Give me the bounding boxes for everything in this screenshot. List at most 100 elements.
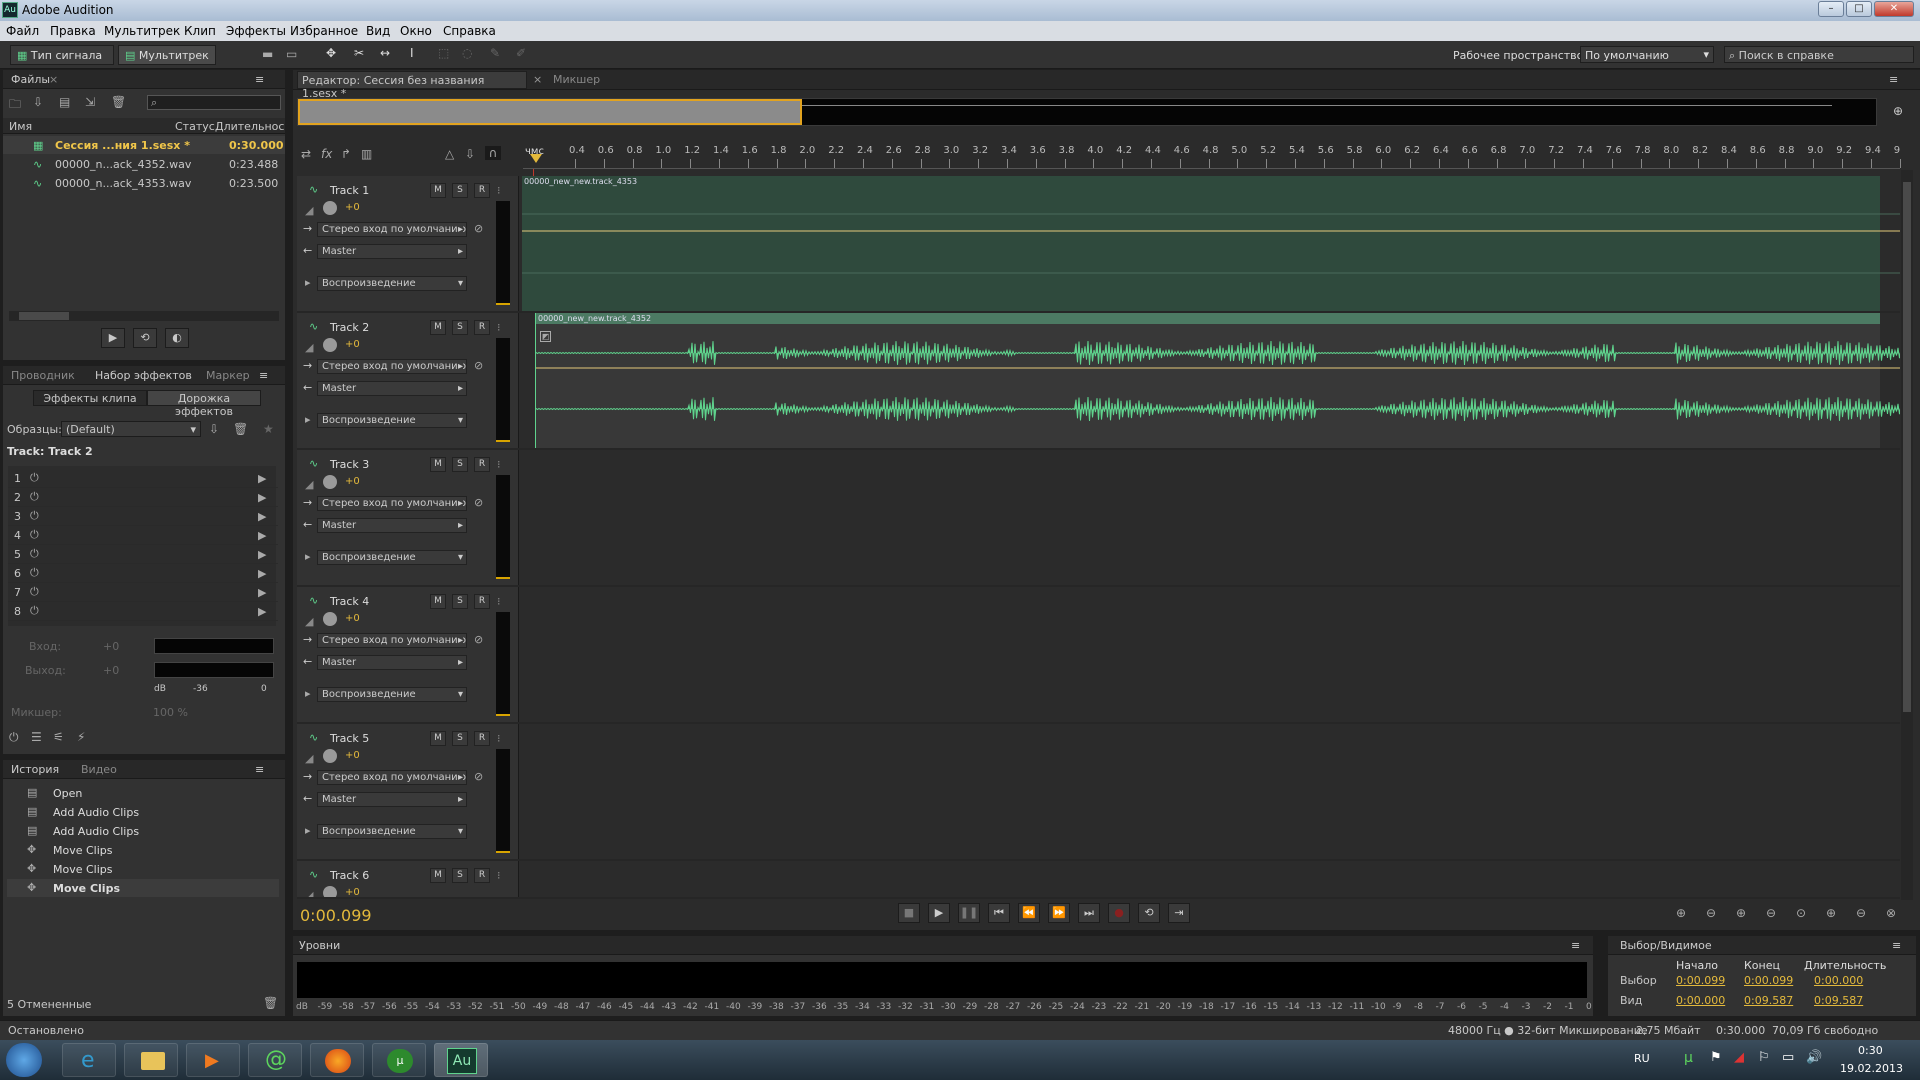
solo-button[interactable]: S <box>452 183 468 198</box>
pitch-display-icon[interactable]: ▭ <box>286 47 297 61</box>
playhead-marker[interactable] <box>530 154 542 163</box>
volume-value[interactable]: +0 <box>345 339 360 350</box>
import-icon[interactable]: ⇩ <box>33 95 43 109</box>
chevron-right-icon[interactable]: ▶ <box>258 567 266 580</box>
tab-markers[interactable]: Маркер <box>206 369 250 382</box>
list-icon[interactable]: ☰ <box>31 730 42 744</box>
chevron-right-icon[interactable]: ▶ <box>258 548 266 561</box>
power-icon[interactable]: ⏻ <box>30 471 39 485</box>
panel-menu-icon[interactable]: ≡ <box>259 369 268 382</box>
record-icon[interactable]: ● <box>1108 903 1130 923</box>
spectral-display-icon[interactable]: ▬ <box>262 47 273 61</box>
menu-window[interactable]: Окно <box>400 24 432 38</box>
expand-icon[interactable]: ▸ <box>305 550 311 563</box>
metronome-icon[interactable]: △ <box>445 147 454 161</box>
effect-slot[interactable]: 2 ⏻ ▶ <box>8 489 278 507</box>
mixer-icon[interactable]: ⚟ <box>53 730 64 744</box>
mute-button[interactable]: M <box>430 868 446 883</box>
view-start[interactable]: 0:00.000 <box>1676 994 1725 1007</box>
close-button[interactable]: ✕ <box>1874 1 1914 17</box>
menu-file[interactable]: Файл <box>6 24 39 38</box>
chevron-right-icon[interactable]: ▶ <box>258 510 266 523</box>
save-preset-icon[interactable]: ⇩ <box>209 422 219 436</box>
track-lane[interactable] <box>519 724 1880 859</box>
phase-invert-icon[interactable]: ⊘ <box>474 222 483 235</box>
healing-tool-icon[interactable]: ✐ <box>516 46 526 60</box>
swap-icon[interactable]: ⇄ <box>301 147 311 161</box>
stop-icon[interactable]: ■ <box>898 903 920 923</box>
track-output-select[interactable]: Master ▸ <box>317 244 467 259</box>
clock-date[interactable]: 19.02.2013 <box>1840 1062 1903 1075</box>
track-lane[interactable] <box>519 587 1880 722</box>
chevron-right-icon[interactable]: ▶ <box>258 472 266 485</box>
menu-effects[interactable]: Эффекты <box>226 24 286 38</box>
brush-tool-icon[interactable]: ✎ <box>490 46 500 60</box>
sends-icon[interactable]: ↱ <box>341 147 351 161</box>
panel-menu-icon[interactable]: ≡ <box>255 73 264 86</box>
new-file-icon[interactable]: ▤ <box>59 95 70 109</box>
panel-menu-icon[interactable]: ≡ <box>255 763 264 776</box>
automation-mode-select[interactable]: Воспроизведение ▾ <box>317 276 467 291</box>
power-icon[interactable]: ⏻ <box>9 730 19 745</box>
effect-slot[interactable]: 4 ⏻ ▶ <box>8 527 278 545</box>
tab-video[interactable]: Видео <box>81 763 117 776</box>
track-input-select[interactable]: Стерео вход по умолчанию ▸ <box>317 496 467 511</box>
phase-invert-icon[interactable]: ⊘ <box>474 496 483 509</box>
move-tool-icon[interactable]: ✥ <box>326 46 336 60</box>
volume-knob[interactable] <box>323 612 337 626</box>
close-tab-icon[interactable]: × <box>533 73 542 86</box>
headphones-icon[interactable]: ∩ <box>485 146 501 160</box>
history-item[interactable]: ✥ Move Clips <box>7 860 279 878</box>
automation-mode-select[interactable]: Воспроизведение ▾ <box>317 550 467 565</box>
tab-track-effects[interactable]: Дорожка эффектов <box>147 390 261 418</box>
eq-icon[interactable]: ▥ <box>361 147 372 161</box>
track-input-select[interactable]: Стерео вход по умолчанию ▸ <box>317 222 467 237</box>
mute-button[interactable]: M <box>430 183 446 198</box>
input-monitor-icon[interactable]: ⇩ <box>465 147 475 161</box>
track-grip-icon[interactable]: ⁝ <box>497 732 501 745</box>
solo-button[interactable]: S <box>452 457 468 472</box>
menu-clip[interactable]: Клип <box>184 24 216 38</box>
track-input-select[interactable]: Стерео вход по умолчанию ▸ <box>317 633 467 648</box>
track-name[interactable]: Track 6 <box>330 869 369 882</box>
selection-end[interactable]: 0:00.099 <box>1744 974 1793 987</box>
expand-icon[interactable]: ▸ <box>305 687 311 700</box>
delete-history-icon[interactable]: 🗑 <box>263 996 278 1010</box>
fx-icon[interactable]: fx <box>321 147 332 161</box>
track-output-select[interactable]: Master ▸ <box>317 792 467 807</box>
mail-agent-icon[interactable]: @ <box>248 1043 302 1077</box>
menu-help[interactable]: Справка <box>443 24 496 38</box>
effect-slot[interactable]: 5 ⏻ ▶ <box>8 546 278 564</box>
volume-value[interactable]: +0 <box>345 750 360 761</box>
adobe-tray-icon[interactable]: ◢ <box>1734 1050 1744 1065</box>
file-row[interactable]: ▦ Сессия ...ния 1.sesx * 0:30.000 <box>3 136 285 154</box>
track-output-select[interactable]: Master ▸ <box>317 655 467 670</box>
record-arm-button[interactable]: R <box>474 457 490 472</box>
network-tray-icon[interactable]: ⚑ <box>1710 1050 1722 1065</box>
open-folder-icon[interactable]: 🗀 <box>9 95 21 116</box>
mute-button[interactable]: M <box>430 320 446 335</box>
tab-clip-effects[interactable]: Эффекты клипа <box>33 390 147 406</box>
power-icon[interactable]: ⏻ <box>30 528 39 542</box>
track-grip-icon[interactable]: ⁝ <box>497 321 501 334</box>
automation-mode-select[interactable]: Воспроизведение ▾ <box>317 413 467 428</box>
volume-knob[interactable] <box>323 201 337 215</box>
record-arm-button[interactable]: R <box>474 731 490 746</box>
volume-value[interactable]: +0 <box>345 202 360 213</box>
menu-edit[interactable]: Правка <box>50 24 96 38</box>
utorrent-icon[interactable]: µ <box>372 1043 426 1077</box>
track-lane[interactable]: 00000_new_new.track_4352 ◩ <box>519 313 1900 448</box>
clock-time[interactable]: 0:30 <box>1858 1044 1883 1057</box>
power-icon[interactable]: ⏻ <box>30 604 39 618</box>
slip-tool-icon[interactable]: ↔ <box>380 46 390 60</box>
record-arm-button[interactable]: R <box>474 320 490 335</box>
record-arm-button[interactable]: R <box>474 594 490 609</box>
audio-clip[interactable]: 00000_new_new.track_4352 ◩ <box>535 313 1900 448</box>
view-end[interactable]: 0:09.587 <box>1744 994 1793 1007</box>
solo-button[interactable]: S <box>452 868 468 883</box>
tab-effects-rack[interactable]: Набор эффектов <box>95 369 192 382</box>
zoom-selection-icon[interactable]: ⊗ <box>1886 906 1896 920</box>
zoom-navigator-icon[interactable]: ⊕ <box>1893 104 1903 118</box>
phase-invert-icon[interactable]: ⊘ <box>474 359 483 372</box>
expand-icon[interactable]: ▸ <box>305 824 311 837</box>
